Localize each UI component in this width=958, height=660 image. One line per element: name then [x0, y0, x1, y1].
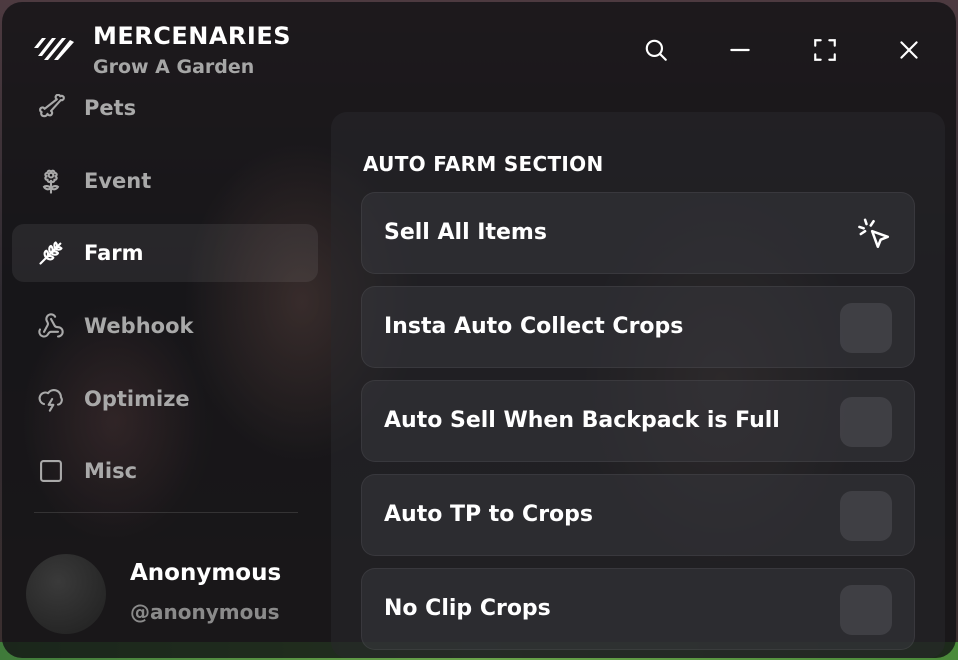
sidebar-item-pets[interactable]: Pets — [12, 79, 318, 137]
close-icon — [900, 41, 918, 59]
row-label: Auto Sell When Backpack is Full — [384, 408, 780, 433]
sidebar-item-webhook[interactable]: Webhook — [12, 297, 318, 355]
auto-tp-to-crops-row[interactable]: Auto TP to Crops — [361, 474, 915, 556]
sidebar-item-label: Misc — [84, 459, 138, 483]
section-title: AUTO FARM SECTION — [363, 152, 604, 176]
row-label: Insta Auto Collect Crops — [384, 314, 684, 339]
pointer-click-icon — [858, 218, 890, 249]
no-clip-crops-row[interactable]: No Clip Crops — [361, 568, 915, 650]
row-label: No Clip Crops — [384, 596, 551, 621]
search-button[interactable] — [638, 32, 674, 68]
logo-icon — [34, 38, 74, 60]
minimize-button[interactable] — [722, 32, 758, 68]
row-label: Auto TP to Crops — [384, 502, 594, 527]
maximize-button[interactable] — [807, 32, 843, 68]
bone-icon — [36, 93, 66, 123]
sidebar-item-label: Webhook — [84, 314, 194, 338]
insta-auto-collect-crops-row[interactable]: Insta Auto Collect Crops — [361, 286, 915, 368]
sidebar-item-label: Farm — [84, 241, 144, 265]
cloud-lightning-icon — [36, 384, 66, 414]
sell-all-items-button[interactable]: Sell All Items — [361, 192, 915, 274]
sidebar-item-optimize[interactable]: Optimize — [12, 370, 318, 428]
no-clip-crops-toggle[interactable] — [840, 585, 892, 635]
insta-auto-collect-crops-toggle[interactable] — [840, 303, 892, 353]
avatar — [26, 554, 106, 634]
wheat-icon — [36, 238, 66, 268]
sidebar-divider — [34, 512, 298, 513]
sidebar-item-misc[interactable]: Misc — [12, 442, 318, 500]
app-title: MERCENARIES — [93, 22, 292, 50]
close-button[interactable] — [891, 32, 927, 68]
auto-sell-when-full-row[interactable]: Auto Sell When Backpack is Full — [361, 380, 915, 462]
auto-sell-when-full-toggle[interactable] — [840, 397, 892, 447]
flower-icon — [36, 166, 66, 196]
auto-tp-to-crops-toggle[interactable] — [840, 491, 892, 541]
sidebar-item-label: Pets — [84, 96, 137, 120]
webhook-icon — [36, 311, 66, 341]
square-icon — [36, 456, 66, 486]
user-handle: @anonymous — [130, 600, 280, 624]
minimize-icon — [730, 48, 750, 52]
sidebar-item-farm[interactable]: Farm — [12, 224, 318, 282]
sidebar-item-event[interactable]: Event — [12, 152, 318, 210]
maximize-icon — [814, 39, 836, 61]
sidebar-item-label: Optimize — [84, 387, 190, 411]
row-label: Sell All Items — [384, 220, 547, 245]
app-subtitle: Grow A Garden — [93, 56, 255, 78]
search-icon — [645, 39, 667, 61]
user-name: Anonymous — [130, 560, 282, 586]
app-window: MERCENARIES Grow A Garden Pets Event Far… — [2, 2, 956, 658]
sidebar-item-label: Event — [84, 169, 152, 193]
